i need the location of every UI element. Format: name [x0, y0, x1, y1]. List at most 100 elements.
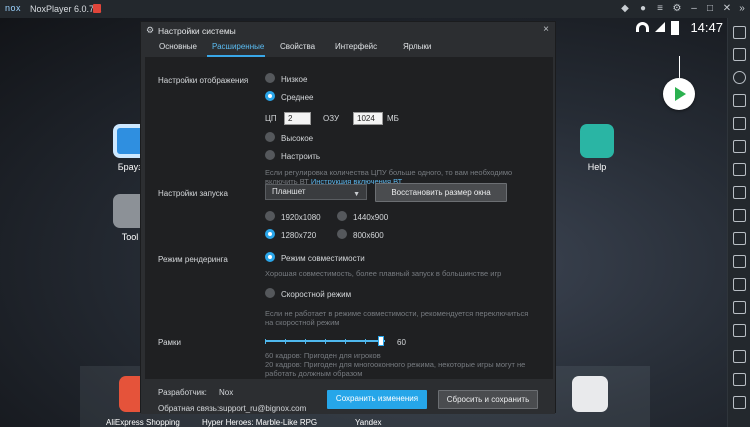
maximize-icon[interactable]: □	[703, 2, 717, 16]
dialog-header: ⚙ Настройки системы ×	[141, 22, 555, 39]
radio-1920x1080[interactable]	[265, 211, 275, 221]
tab-interface[interactable]: Интерфейс	[335, 42, 377, 51]
radio-low[interactable]	[265, 73, 275, 83]
play-store-icon	[675, 87, 686, 101]
slider-thumb[interactable]	[378, 336, 384, 346]
res-1920x1080-label: 1920x1080	[281, 213, 321, 222]
ram-unit: МБ	[387, 114, 399, 123]
play-store-button[interactable]	[663, 78, 695, 110]
shake-icon[interactable]	[733, 209, 746, 222]
help-app-label: Help	[587, 162, 607, 172]
slider-tick	[365, 339, 366, 344]
option-custom-label: Настроить	[281, 152, 321, 161]
radio-1440x900[interactable]	[337, 211, 347, 221]
dock-label-yandex: Yandex	[355, 418, 382, 427]
tab-properties[interactable]: Свойства	[280, 42, 315, 51]
compat-mode-desc: Хорошая совместимость, более плавный зап…	[265, 269, 502, 278]
save-changes-button[interactable]: Сохранить изменения	[327, 390, 427, 409]
res-800x600-label: 800x600	[353, 231, 384, 240]
slider-tick	[285, 339, 286, 344]
frames-label: Рамки	[158, 338, 181, 347]
status-clock: 14:47	[690, 20, 723, 35]
nox-player-window: nox NoxPlayer 6.0.7.2 ◆ ● ≡ ⚙ – □ ✕ » 14…	[0, 0, 750, 427]
feedback-label: Обратная связь:	[158, 404, 220, 413]
settings-tabs: Основные Расширенные Свойства Интерфейс …	[141, 39, 555, 55]
tab-shortcuts[interactable]: Ярлыки	[403, 42, 431, 51]
window-title: NoxPlayer 6.0.7.2	[30, 4, 102, 14]
play-store-pin	[679, 56, 680, 78]
feedback-email[interactable]: support_ru@bignox.com	[219, 404, 306, 413]
gamepad-icon[interactable]: ◆	[618, 2, 632, 16]
developer-value: Nox	[219, 388, 234, 397]
frames-desc-2: 20 кадров: Пригоден для многооконного ре…	[265, 360, 526, 369]
frames-desc-1: 60 кадров: Пригоден для игроков	[265, 351, 381, 360]
compat-mode-label: Режим совместимости	[281, 254, 365, 263]
close-icon[interactable]: ✕	[720, 2, 734, 16]
radio-1280x720[interactable]	[265, 229, 275, 239]
speed-mode-desc-2: на скоростной режим	[265, 318, 340, 327]
dialog-footer: Разработчик: Nox Обратная связь: support…	[141, 379, 555, 414]
video-icon[interactable]	[733, 232, 746, 245]
tab-advanced[interactable]: Расширенные	[212, 42, 264, 51]
ram-label: ОЗУ	[323, 114, 340, 123]
notification-badge[interactable]	[93, 4, 101, 13]
radio-high[interactable]	[265, 132, 275, 142]
recent-apps-icon[interactable]	[733, 396, 746, 409]
developer-label: Разработчик:	[158, 388, 207, 397]
help-icon	[580, 124, 614, 158]
radio-custom[interactable]	[265, 150, 275, 160]
volume-up-icon[interactable]	[733, 163, 746, 176]
multi-instance-icon[interactable]	[733, 278, 746, 291]
help-app[interactable]: Help	[580, 124, 614, 172]
radio-compat-mode[interactable]	[265, 252, 275, 262]
system-settings-dialog: ⚙ Настройки системы × Основные Расширенн…	[140, 21, 556, 414]
folder-icon[interactable]	[733, 117, 746, 130]
chevron-down-icon: ▼	[353, 191, 360, 198]
window-titlebar: nox NoxPlayer 6.0.7.2 ◆ ● ≡ ⚙ – □ ✕ »	[0, 0, 750, 18]
frames-desc-3: работать должным образом	[265, 369, 363, 378]
dialog-title: Настройки системы	[158, 26, 236, 36]
sync-icon[interactable]	[733, 301, 746, 314]
radio-800x600[interactable]	[337, 229, 347, 239]
reset-and-save-button[interactable]: Сбросить и сохранить	[438, 390, 538, 409]
more-icon[interactable]	[733, 324, 746, 337]
cpu-hint-line-1: Если регулировка количества ЦПУ больше о…	[265, 168, 513, 177]
keyboard-icon[interactable]	[733, 26, 746, 39]
volume-down-icon[interactable]	[733, 186, 746, 199]
frames-value: 60	[397, 338, 406, 347]
tab-basic[interactable]: Основные	[159, 42, 197, 51]
radio-medium[interactable]	[265, 91, 275, 101]
display-settings-label: Настройки отображения	[158, 76, 249, 85]
device-select-value: Планшет	[272, 187, 306, 196]
dock-label-hyper-heroes: Hyper Heroes: Marble-Like RPG	[202, 418, 318, 427]
collapse-icon[interactable]: »	[735, 2, 749, 16]
menu-icon[interactable]: ≡	[653, 2, 667, 16]
nox-app-icon[interactable]	[572, 376, 608, 412]
screenshot-icon[interactable]	[733, 140, 746, 153]
settings-icon[interactable]: ⚙	[670, 2, 684, 16]
macro-icon[interactable]	[733, 255, 746, 268]
slider-tick	[265, 339, 266, 344]
render-mode-label: Режим рендеринга	[158, 255, 228, 264]
minimize-icon[interactable]: –	[687, 2, 701, 16]
back-icon[interactable]	[733, 350, 746, 363]
close-dialog-icon[interactable]: ×	[543, 24, 549, 35]
location-icon[interactable]	[733, 71, 746, 84]
home-icon[interactable]	[733, 373, 746, 386]
cpu-input[interactable]: 2	[284, 112, 311, 125]
screen-icon[interactable]	[733, 48, 746, 61]
radio-speed-mode[interactable]	[265, 288, 275, 298]
res-1280x720-label: 1280x720	[281, 231, 317, 240]
signal-icon	[655, 22, 665, 32]
ram-input[interactable]: 1024	[353, 112, 383, 125]
battery-icon	[671, 21, 679, 35]
user-icon[interactable]: ●	[636, 2, 650, 16]
dock-label-aliexpress: AliExpress Shopping	[106, 418, 180, 427]
frames-slider[interactable]	[265, 335, 390, 347]
apk-icon[interactable]	[733, 94, 746, 107]
option-low-label: Низкое	[281, 75, 308, 84]
slider-tick	[345, 339, 346, 344]
slider-tick	[325, 339, 326, 344]
restore-window-size-button[interactable]: Восстановить размер окна	[375, 183, 507, 202]
device-select[interactable]: Планшет ▼	[265, 184, 367, 200]
